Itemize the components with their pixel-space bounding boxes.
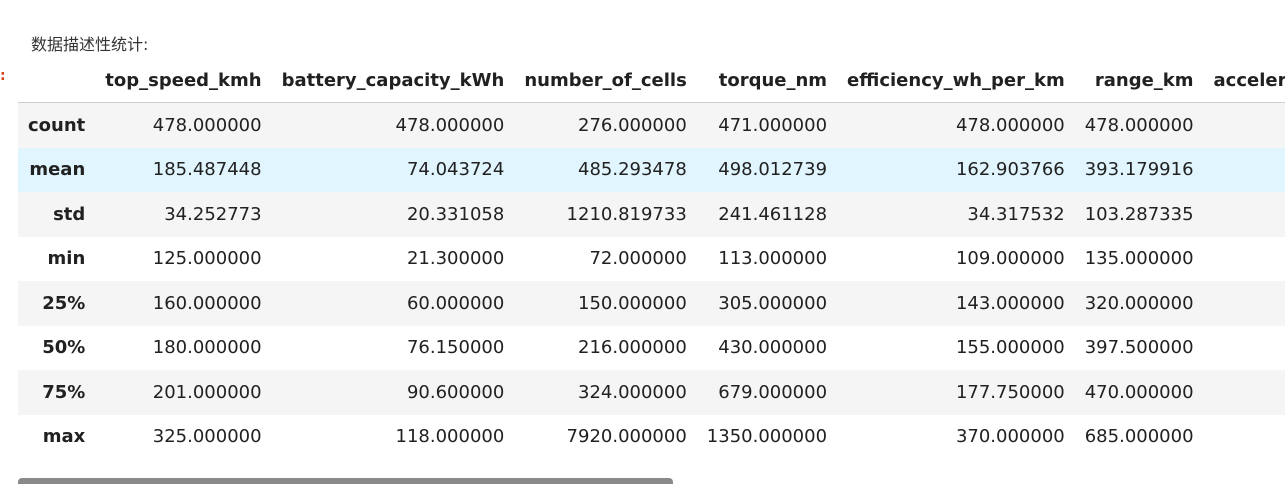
table-cell: 76.150000 [406,337,505,359]
table-cell [1204,103,1285,148]
dataframe-scroll-area[interactable]: top_speed_kmh battery_capacity_kWh number_… [18,58,1285,459]
table-cell [1204,370,1285,415]
table-cell: 679.000000 [718,381,828,403]
table-cell: 478.000000 [395,114,505,136]
header-row: top_speed_kmh battery_capacity_kWh number_… [18,58,1285,103]
table-cell: 685.000000 [1084,426,1194,448]
table-cell [1204,192,1285,237]
row-label: std [53,203,86,225]
table-row: max 325.000000 118.000000 7920.000000 1350.0… [18,414,1285,460]
table-row: min 125.000000 21.300000 72.000000 113.00000… [18,236,1285,282]
table-cell: 135.000000 [1084,248,1194,270]
table-cell: 109.000000 [955,248,1065,270]
table-cell: 160.000000 [152,292,262,314]
column-header: torque_nm [696,58,838,103]
column-header: range_km [1074,58,1204,103]
table-cell: 305.000000 [718,292,828,314]
table-cell: 1210.819733 [566,203,687,225]
table-cell: 103.287335 [1084,203,1194,225]
table-cell: 397.500000 [1084,337,1194,359]
output-prompt-marker: : [0,68,6,84]
table-row: mean 185.487448 74.043724 485.293478 498.012… [18,147,1285,193]
column-header: top_speed_kmh [95,58,272,103]
table-cell: 143.000000 [955,292,1065,314]
output-caption: 数据描述性统计: [31,35,149,54]
column-header: efficiency_wh_per_km [837,58,1075,103]
table-cell: 118.000000 [395,426,505,448]
table-cell [1204,326,1285,371]
table-cell: 478.000000 [1084,114,1194,136]
table-cell: 216.000000 [578,337,687,359]
table-cell [1204,237,1285,282]
table-cell: 74.043724 [406,159,505,181]
table-cell: 90.600000 [406,381,505,403]
table-cell [1204,281,1285,326]
table-cell: 125.000000 [152,248,262,270]
row-label: 50% [42,337,86,359]
table-cell: 72.000000 [589,248,687,270]
table-cell: 471.000000 [718,114,828,136]
table-row: count 478.000000 478.000000 276.000000 471.0… [18,102,1285,148]
row-label: mean [29,159,86,181]
table-cell: 320.000000 [1084,292,1194,314]
notebook-output: : 数据描述性统计: top_speed_kmh battery_capacity… [0,0,1285,484]
table-cell: 20.331058 [406,203,505,225]
table-cell [1204,148,1285,193]
row-label: max [42,426,86,448]
table-cell: 370.000000 [955,426,1065,448]
table-cell: 34.252773 [164,203,262,225]
table-cell: 478.000000 [955,114,1065,136]
table-cell: 498.012739 [718,159,828,181]
describe-table: top_speed_kmh battery_capacity_kWh number_… [18,58,1285,459]
row-label: 25% [42,292,86,314]
table-cell: 430.000000 [718,337,828,359]
index-header [18,58,96,103]
table-row: std 34.252773 20.331058 1210.819733 241.4611… [18,192,1285,237]
row-label: 75% [42,381,86,403]
table-cell: 60.000000 [406,292,505,314]
table-cell: 21.300000 [406,248,505,270]
table-cell: 470.000000 [1084,381,1194,403]
table-cell: 34.317532 [967,203,1065,225]
table-row: 25% 160.000000 60.000000 150.000000 305.0000… [18,281,1285,326]
table-row: 50% 180.000000 76.150000 216.000000 430.0000… [18,325,1285,371]
horizontal-scrollbar[interactable] [18,478,673,484]
table-cell: 177.750000 [955,381,1065,403]
table-cell [1204,415,1285,460]
table-cell: 150.000000 [578,292,687,314]
table-cell: 276.000000 [578,114,687,136]
table-cell: 162.903766 [955,159,1065,181]
table-cell: 7920.000000 [566,426,687,448]
column-header: number_of_cells [514,58,697,103]
table-body: count 478.000000 478.000000 276.000000 471.0… [18,102,1285,460]
column-header: battery_capacity_kWh [271,58,515,103]
table-cell: 1350.000000 [706,426,828,448]
table-cell: 113.000000 [718,248,828,270]
table-cell: 478.000000 [152,114,262,136]
table-cell: 241.461128 [718,203,828,225]
table-cell: 324.000000 [578,381,687,403]
column-header: accelerati [1203,58,1285,103]
row-label: min [47,248,86,270]
table-cell: 485.293478 [578,159,687,181]
table-cell: 325.000000 [152,426,262,448]
table-cell: 180.000000 [152,337,262,359]
table-cell: 155.000000 [955,337,1065,359]
row-label: count [28,114,86,136]
table-cell: 185.487448 [152,159,262,181]
table-cell: 201.000000 [152,381,262,403]
table-cell: 393.179916 [1084,159,1194,181]
table-row: 75% 201.000000 90.600000 324.000000 679.0000… [18,370,1285,415]
